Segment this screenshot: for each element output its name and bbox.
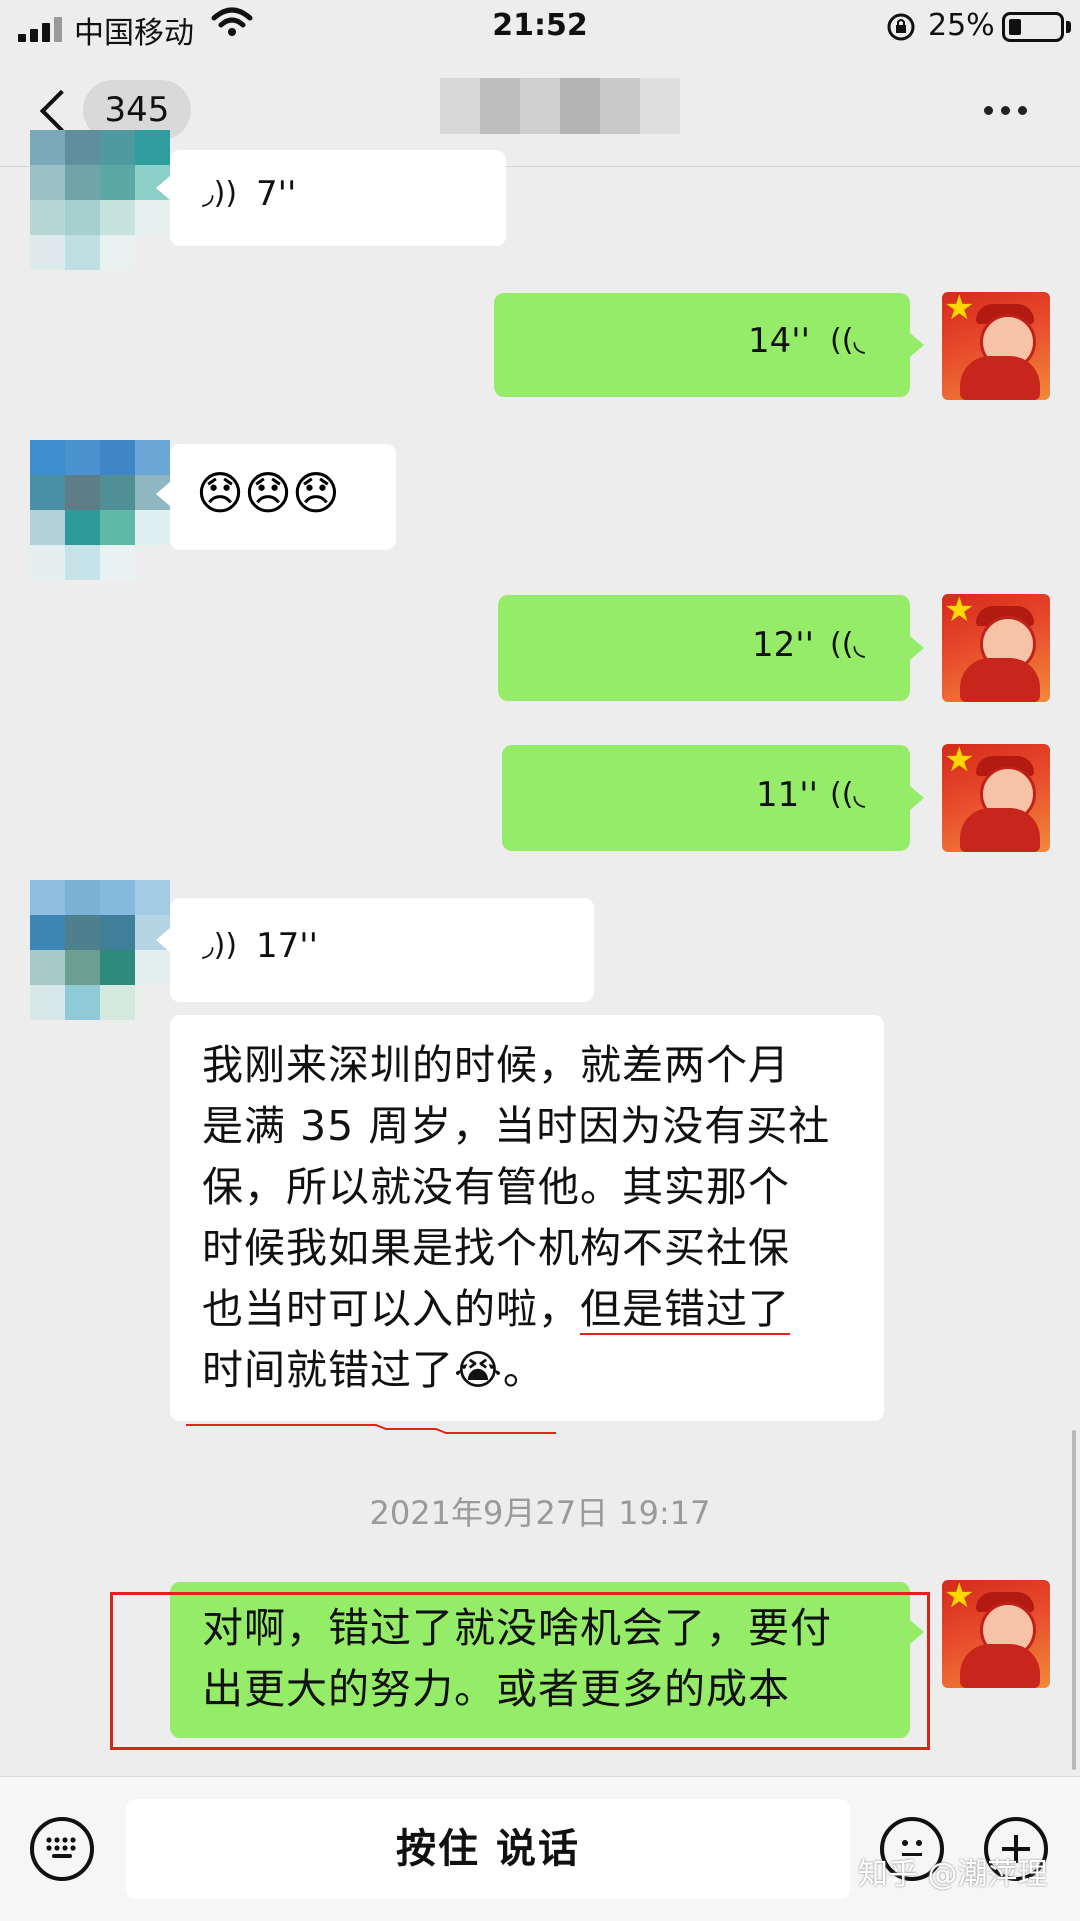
bubble-tail [910, 786, 924, 810]
voice-message-bubble[interactable]: ◞)) 7'' [170, 150, 506, 246]
rotation-lock-icon [886, 12, 916, 42]
bubble-tail [156, 928, 170, 952]
message-line: 时间就错过了😭。 [202, 1340, 872, 1401]
red-highlight-box [110, 1592, 930, 1750]
clock: 21:52 [492, 8, 588, 43]
message-line: 是满 35 周岁，当时因为没有买社 [202, 1102, 831, 1150]
contact-avatar[interactable] [30, 440, 170, 580]
voice-wave-icon: ((◟ [830, 777, 866, 812]
battery-percent: 25% [928, 8, 995, 43]
keyboard-toggle-button[interactable] [30, 1817, 94, 1881]
emoji-message-bubble[interactable]: 😞😞😞 [170, 444, 396, 550]
bubble-tail [156, 482, 170, 506]
contact-avatar[interactable] [30, 880, 170, 1020]
message-fragment: 。 [502, 1346, 545, 1394]
watermark: 知乎 @潮萍理 [858, 1857, 1048, 1892]
scrollbar[interactable] [1072, 1430, 1076, 1770]
keyboard-icon [46, 1837, 76, 1858]
self-avatar[interactable]: ★ [942, 292, 1050, 400]
message-fragment: 也当时可以入的啦， [202, 1285, 580, 1333]
voice-wave-icon: ◞)) [202, 176, 238, 211]
more-dots-icon[interactable] [984, 106, 1027, 115]
voice-wave-icon: ((◟ [830, 323, 866, 358]
voice-duration: 12'' [752, 625, 814, 665]
message-line: 也当时可以入的啦，但是错过了 [202, 1279, 872, 1340]
voice-duration: 11'' [756, 775, 818, 815]
status-bar: 中国移动 21:52 25% [0, 0, 1080, 56]
voice-message-bubble[interactable]: 12'' ((◟ [498, 595, 910, 701]
chat-timestamp: 2021年9月27日 19:17 [369, 1494, 711, 1532]
chat-title-blurred [440, 78, 680, 134]
crying-emoji: 😭 [454, 1346, 503, 1394]
voice-message-bubble[interactable]: 11'' ((◟ [502, 745, 910, 851]
message-line: 时候我如果是找个机构不买社保 [202, 1224, 790, 1272]
input-bar: 按住 说话 知乎 @潮萍理 [0, 1776, 1080, 1921]
contact-avatar[interactable] [30, 130, 170, 270]
voice-duration: 7'' [256, 174, 297, 214]
sad-face-emojis: 😞😞😞 [196, 466, 340, 520]
voice-message-bubble[interactable]: ◞)) 17'' [170, 898, 594, 1002]
self-avatar[interactable]: ★ [942, 1580, 1050, 1688]
hold-to-talk-button[interactable]: 按住 说话 [126, 1799, 850, 1899]
chevron-left-icon [39, 89, 83, 133]
message-text: 我刚来深圳的时候，就差两个月 是满 35 周岁，当时因为没有买社 保，所以就没有… [202, 1035, 872, 1401]
battery-cap [1066, 21, 1071, 33]
message-fragment: 时间就错过了 [202, 1346, 454, 1394]
voice-duration: 17'' [256, 926, 318, 966]
bubble-tail [910, 333, 924, 357]
self-avatar[interactable]: ★ [942, 594, 1050, 702]
voice-wave-icon: ((◟ [830, 627, 866, 662]
voice-duration: 14'' [748, 321, 810, 361]
message-line: 我刚来深圳的时候，就差两个月 [202, 1041, 790, 1089]
bubble-tail [910, 636, 924, 660]
underlined-phrase: 但是错过了 [580, 1285, 790, 1335]
self-avatar[interactable]: ★ [942, 744, 1050, 852]
message-line: 保，所以就没有管他。其实那个 [202, 1163, 790, 1211]
red-underline-annotation [186, 1420, 556, 1434]
bubble-tail [156, 176, 170, 200]
battery-icon [1002, 12, 1064, 42]
text-message-bubble[interactable]: 我刚来深圳的时候，就差两个月 是满 35 周岁，当时因为没有买社 保，所以就没有… [170, 1015, 884, 1421]
voice-wave-icon: ◞)) [202, 928, 238, 963]
voice-message-bubble[interactable]: 14'' ((◟ [494, 293, 910, 397]
